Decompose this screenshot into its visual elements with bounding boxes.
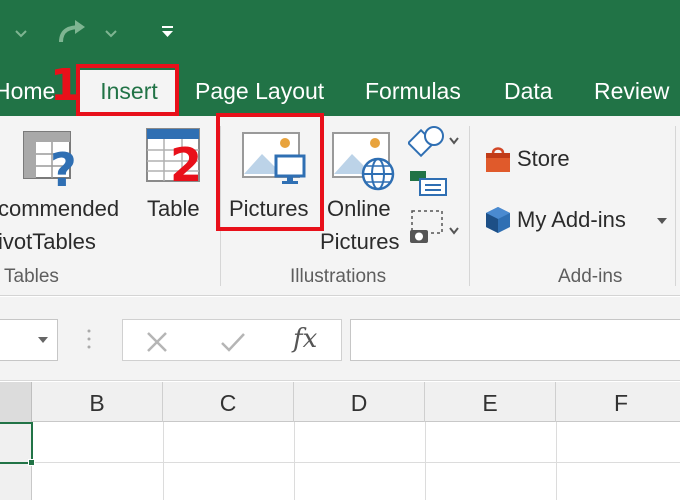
active-cell[interactable] bbox=[0, 422, 33, 464]
highlight-pictures-button bbox=[216, 113, 324, 231]
recommended-pivottables-icon[interactable]: ? bbox=[20, 128, 82, 199]
formula-bar-grip-icon[interactable] bbox=[86, 327, 92, 358]
formula-buttons: fx bbox=[122, 319, 342, 361]
group-label-addins: Add-ins bbox=[558, 266, 623, 287]
grid-line bbox=[32, 462, 680, 463]
redo-icon[interactable] bbox=[55, 18, 91, 48]
grid-line bbox=[163, 422, 164, 500]
customize-qat-icon[interactable] bbox=[160, 18, 176, 48]
ribbon-insert: ? commended ivotTables Table Tables Pict… bbox=[0, 116, 680, 296]
formula-bar: fx bbox=[0, 297, 680, 381]
tab-data[interactable]: Data bbox=[504, 70, 553, 116]
insert-function-button[interactable]: fx bbox=[293, 324, 317, 354]
column-headers: B C D E F bbox=[0, 382, 680, 422]
group-separator bbox=[675, 126, 676, 286]
name-box-dropdown-icon[interactable] bbox=[37, 335, 49, 345]
step-number-2: 2 bbox=[170, 138, 203, 192]
grid-line bbox=[425, 422, 426, 500]
online-pictures-label-2[interactable]: Pictures bbox=[320, 229, 399, 255]
table-label[interactable]: Table bbox=[147, 196, 200, 222]
group-label-tables: Tables bbox=[4, 266, 59, 287]
redo-dropdown-icon[interactable] bbox=[104, 18, 118, 48]
my-addins-icon[interactable] bbox=[483, 205, 513, 240]
title-bar bbox=[0, 0, 680, 70]
svg-text:?: ? bbox=[50, 143, 77, 194]
group-label-illustrations: Illustrations bbox=[290, 266, 387, 287]
name-box[interactable] bbox=[0, 319, 58, 361]
online-pictures-label-1[interactable]: Online bbox=[327, 196, 391, 222]
store-icon[interactable] bbox=[483, 144, 513, 179]
online-pictures-icon[interactable] bbox=[330, 130, 396, 197]
undo-dropdown-icon[interactable] bbox=[14, 18, 28, 48]
formula-input[interactable] bbox=[350, 319, 680, 361]
store-label[interactable]: Store bbox=[517, 146, 570, 172]
recommended-pivottables-label-1[interactable]: commended bbox=[0, 196, 119, 222]
cancel-icon[interactable] bbox=[145, 330, 169, 359]
tab-review[interactable]: Review bbox=[594, 70, 669, 116]
screenshot-icon[interactable] bbox=[408, 208, 460, 253]
column-header-b[interactable]: B bbox=[32, 382, 163, 422]
column-header-e[interactable]: E bbox=[425, 382, 556, 422]
column-header-d[interactable]: D bbox=[294, 382, 425, 422]
tab-formulas[interactable]: Formulas bbox=[365, 70, 461, 116]
recommended-pivottables-label-2[interactable]: ivotTables bbox=[0, 229, 96, 255]
step-number-1: 1 bbox=[50, 60, 81, 111]
worksheet-grid[interactable] bbox=[0, 422, 680, 500]
shapes-icon[interactable] bbox=[406, 124, 460, 163]
group-separator bbox=[469, 126, 470, 286]
grid-line bbox=[556, 422, 557, 500]
my-addins-dropdown-icon[interactable] bbox=[655, 214, 669, 233]
fill-handle[interactable] bbox=[28, 459, 35, 466]
enter-check-icon[interactable] bbox=[219, 330, 247, 359]
select-all-corner[interactable] bbox=[0, 382, 32, 422]
tab-page-layout[interactable]: Page Layout bbox=[195, 70, 324, 116]
smartart-icon[interactable] bbox=[408, 168, 448, 203]
highlight-insert-tab bbox=[76, 64, 179, 116]
column-header-f[interactable]: F bbox=[556, 382, 680, 422]
tab-home[interactable]: Home bbox=[0, 70, 55, 116]
column-header-c[interactable]: C bbox=[163, 382, 294, 422]
grid-line bbox=[294, 422, 295, 500]
my-addins-label[interactable]: My Add-ins bbox=[517, 207, 626, 233]
